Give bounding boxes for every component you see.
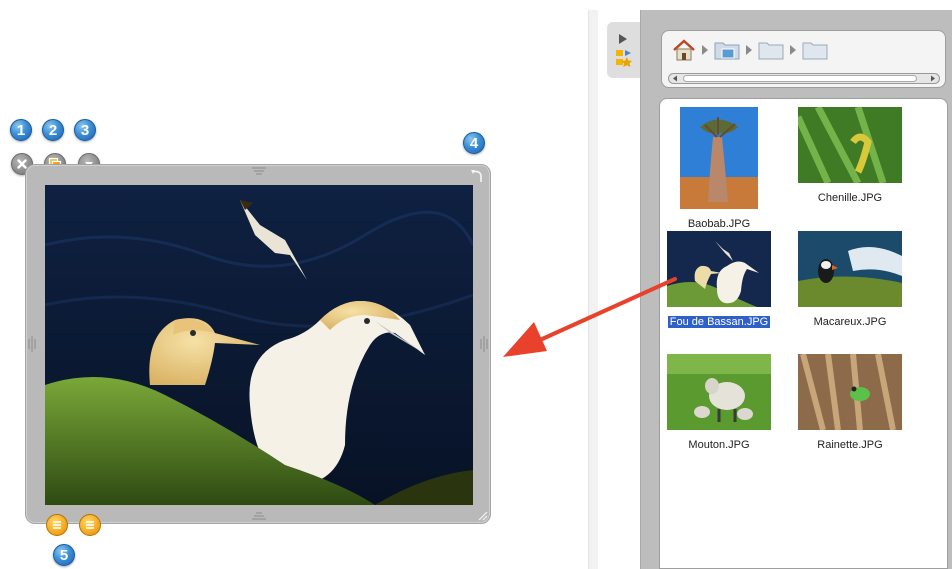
folder-icon bbox=[802, 42, 828, 60]
scroll-thumb[interactable] bbox=[683, 75, 917, 82]
thumbnail-image bbox=[794, 105, 902, 185]
breadcrumb-pictures[interactable] bbox=[714, 40, 740, 60]
file-name: Mouton.JPG bbox=[688, 439, 750, 451]
folder-icon bbox=[616, 50, 623, 56]
breadcrumb-separator bbox=[702, 45, 708, 55]
file-name: Baobab.JPG bbox=[687, 218, 751, 230]
scroll-left-icon[interactable] bbox=[670, 74, 681, 83]
folder-icon bbox=[714, 42, 740, 60]
panel-toggle[interactable] bbox=[607, 22, 640, 78]
path-bar bbox=[661, 30, 946, 88]
panel-divider bbox=[588, 10, 598, 569]
play-icon bbox=[619, 34, 627, 44]
thumbnail-grid: Baobab.JPG Chenille.JPG Fou de Bassan.JP… bbox=[659, 98, 948, 569]
list-icon bbox=[53, 521, 61, 529]
scroll-right-icon[interactable] bbox=[927, 74, 938, 83]
file-name: Macareux.JPG bbox=[813, 316, 887, 328]
file-name: Chenille.JPG bbox=[817, 192, 883, 204]
thumbnail-mouton[interactable]: Mouton.JPG bbox=[664, 354, 774, 453]
step-badge-4: 4 bbox=[463, 132, 485, 154]
home-icon bbox=[673, 39, 695, 61]
thumbnail-chenille[interactable]: Chenille.JPG bbox=[794, 105, 905, 206]
step-badge-5: 5 bbox=[53, 544, 75, 566]
file-name-selected: Fou de Bassan.JPG bbox=[667, 316, 771, 328]
breadcrumb-home[interactable] bbox=[672, 39, 696, 61]
thumbnail-image bbox=[667, 231, 771, 307]
photo-editor: 1 2 3 4 5 Baobab.JPG Chenille.JPG Fou de… bbox=[0, 0, 952, 569]
file-browser-panel: Baobab.JPG Chenille.JPG Fou de Bassan.JP… bbox=[640, 10, 952, 569]
thumbnail-image bbox=[798, 231, 902, 307]
tray-button-2[interactable] bbox=[79, 514, 101, 536]
step-badge-1: 1 bbox=[10, 119, 32, 141]
breadcrumb-subfolder[interactable] bbox=[802, 40, 828, 60]
thumbnail-image bbox=[680, 107, 758, 209]
main-photo-gannets bbox=[45, 185, 473, 505]
file-name: Rainette.JPG bbox=[817, 439, 883, 451]
folder-icon bbox=[758, 42, 784, 60]
step-badge-2: 2 bbox=[42, 119, 64, 141]
thumbnail-fou-de-bassan[interactable]: Fou de Bassan.JPG bbox=[664, 231, 774, 330]
thumbnail-rainette[interactable]: Rainette.JPG bbox=[795, 353, 905, 453]
list-icon bbox=[86, 521, 94, 529]
resize-handle-right[interactable] bbox=[480, 335, 488, 353]
resize-handle-bottom[interactable] bbox=[252, 512, 266, 520]
breadcrumb bbox=[672, 39, 828, 61]
thumbnail-image bbox=[798, 353, 902, 431]
thumbnail-baobab[interactable]: Baobab.JPG bbox=[664, 107, 774, 232]
path-scrollbar[interactable] bbox=[668, 73, 940, 84]
step-badge-3: 3 bbox=[74, 119, 96, 141]
picture-frame[interactable] bbox=[25, 164, 491, 524]
resize-handle-left[interactable] bbox=[28, 335, 36, 353]
breadcrumb-separator bbox=[790, 45, 796, 55]
resize-handle-top[interactable] bbox=[252, 167, 266, 175]
breadcrumb-folder[interactable] bbox=[758, 40, 784, 60]
thumbnail-macareux[interactable]: Macareux.JPG bbox=[795, 231, 905, 330]
tray-button-1[interactable] bbox=[46, 514, 68, 536]
resize-grip-icon[interactable] bbox=[476, 509, 488, 521]
breadcrumb-separator bbox=[746, 45, 752, 55]
side-tab-strip[interactable] bbox=[607, 22, 640, 78]
rotate-icon[interactable] bbox=[470, 169, 484, 183]
thumbnail-image bbox=[667, 354, 771, 430]
